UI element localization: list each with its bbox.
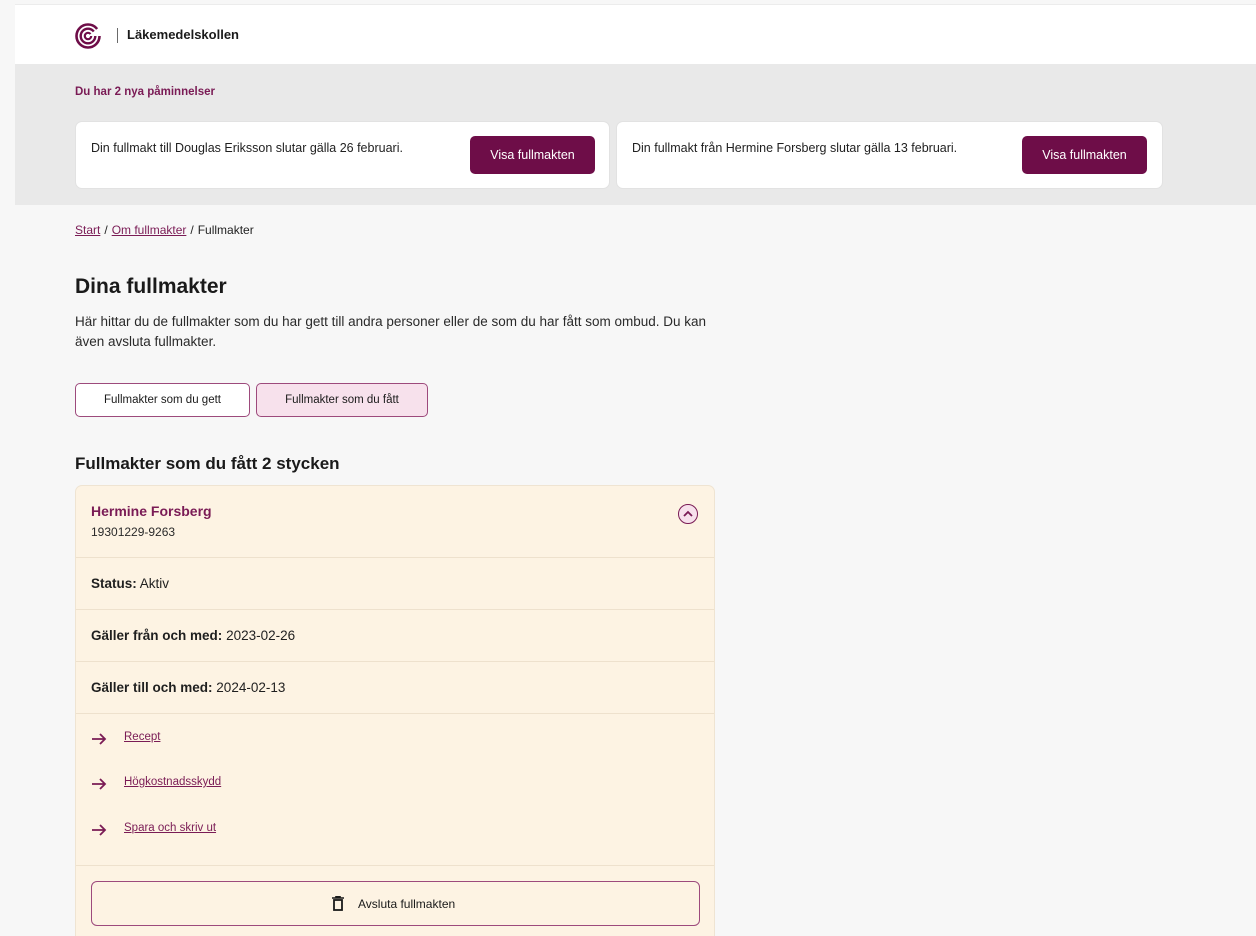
high-cost-protection-link[interactable]: Högkostnadsskydd — [124, 776, 221, 788]
person-id: 19301229-9263 — [91, 525, 176, 539]
valid-from-value: 2023-02-26 — [226, 628, 296, 643]
trash-icon — [332, 896, 344, 911]
prescriptions-link[interactable]: Recept — [124, 731, 160, 743]
page: Läkemedelskollen Du har 2 nya påminnelse… — [15, 4, 1256, 936]
breadcrumb: Start / Om fullmakter / Fullmakter — [75, 223, 254, 237]
breadcrumb-current: Fullmakter — [197, 223, 254, 237]
show-proxy-button[interactable]: Visa fullmakten — [1022, 136, 1147, 174]
reminder-text: Din fullmakt till Douglas Eriksson sluta… — [91, 141, 403, 155]
page-intro: Här hittar du de fullmakter som du har g… — [75, 314, 707, 349]
tab-received-proxies[interactable]: Fullmakter som du fått — [256, 383, 428, 417]
arrow-right-icon — [92, 778, 107, 790]
reminders-heading: Du har 2 nya påminnelser — [75, 86, 215, 98]
section-title-text: Fullmakter som du fått — [75, 454, 258, 473]
reminder-text: Din fullmakt från Hermine Forsberg sluta… — [632, 141, 958, 155]
valid-to-row: Gäller till och med: 2024-02-13 — [76, 662, 714, 714]
proxy-card-header[interactable]: Hermine Forsberg 19301229-9263 — [76, 486, 714, 558]
breadcrumb-separator: / — [104, 223, 108, 237]
page-title: Dina fullmakter — [75, 275, 227, 298]
valid-to-label: Gäller till och med: — [91, 680, 213, 695]
status-label: Status: — [91, 576, 137, 591]
top-bar: Läkemedelskollen — [15, 4, 1256, 64]
save-and-print-link[interactable]: Spara och skriv ut — [124, 822, 216, 834]
valid-from-row: Gäller från och med: 2023-02-26 — [76, 610, 714, 662]
arrow-right-icon — [92, 733, 107, 745]
reminder-card: Din fullmakt från Hermine Forsberg sluta… — [616, 121, 1163, 189]
status-value: Aktiv — [139, 576, 170, 591]
reminders-panel: Du har 2 nya påminnelser Din fullmakt ti… — [15, 64, 1256, 205]
breadcrumb-separator: / — [190, 223, 194, 237]
proxy-card: Hermine Forsberg 19301229-9263 Status: A… — [75, 485, 715, 936]
collapse-button[interactable] — [678, 504, 698, 524]
breadcrumb-about-link[interactable]: Om fullmakter — [112, 223, 187, 237]
valid-to-value: 2024-02-13 — [216, 680, 286, 695]
end-proxy-button[interactable]: Avsluta fullmakten — [91, 881, 700, 926]
section-count: 2 stycken — [262, 454, 340, 473]
brand-swirl-icon[interactable] — [75, 23, 101, 49]
link-list: Recept Högkostnadsskydd Spara och skriv … — [76, 714, 714, 866]
reminder-card: Din fullmakt till Douglas Eriksson sluta… — [75, 121, 610, 189]
arrow-right-icon — [92, 824, 107, 836]
logo-divider — [117, 28, 118, 43]
tab-given-proxies[interactable]: Fullmakter som du gett — [75, 383, 250, 417]
person-name: Hermine Forsberg — [91, 503, 212, 519]
brand-name[interactable]: Läkemedelskollen — [127, 27, 239, 42]
valid-from-label: Gäller från och med: — [91, 628, 223, 643]
chevron-up-icon — [683, 510, 693, 517]
breadcrumb-start-link[interactable]: Start — [75, 223, 100, 237]
section-title: Fullmakter som du fått 2 stycken — [75, 454, 340, 474]
status-row: Status: Aktiv — [76, 558, 714, 610]
end-proxy-label: Avsluta fullmakten — [358, 897, 456, 911]
show-proxy-button[interactable]: Visa fullmakten — [470, 136, 595, 174]
